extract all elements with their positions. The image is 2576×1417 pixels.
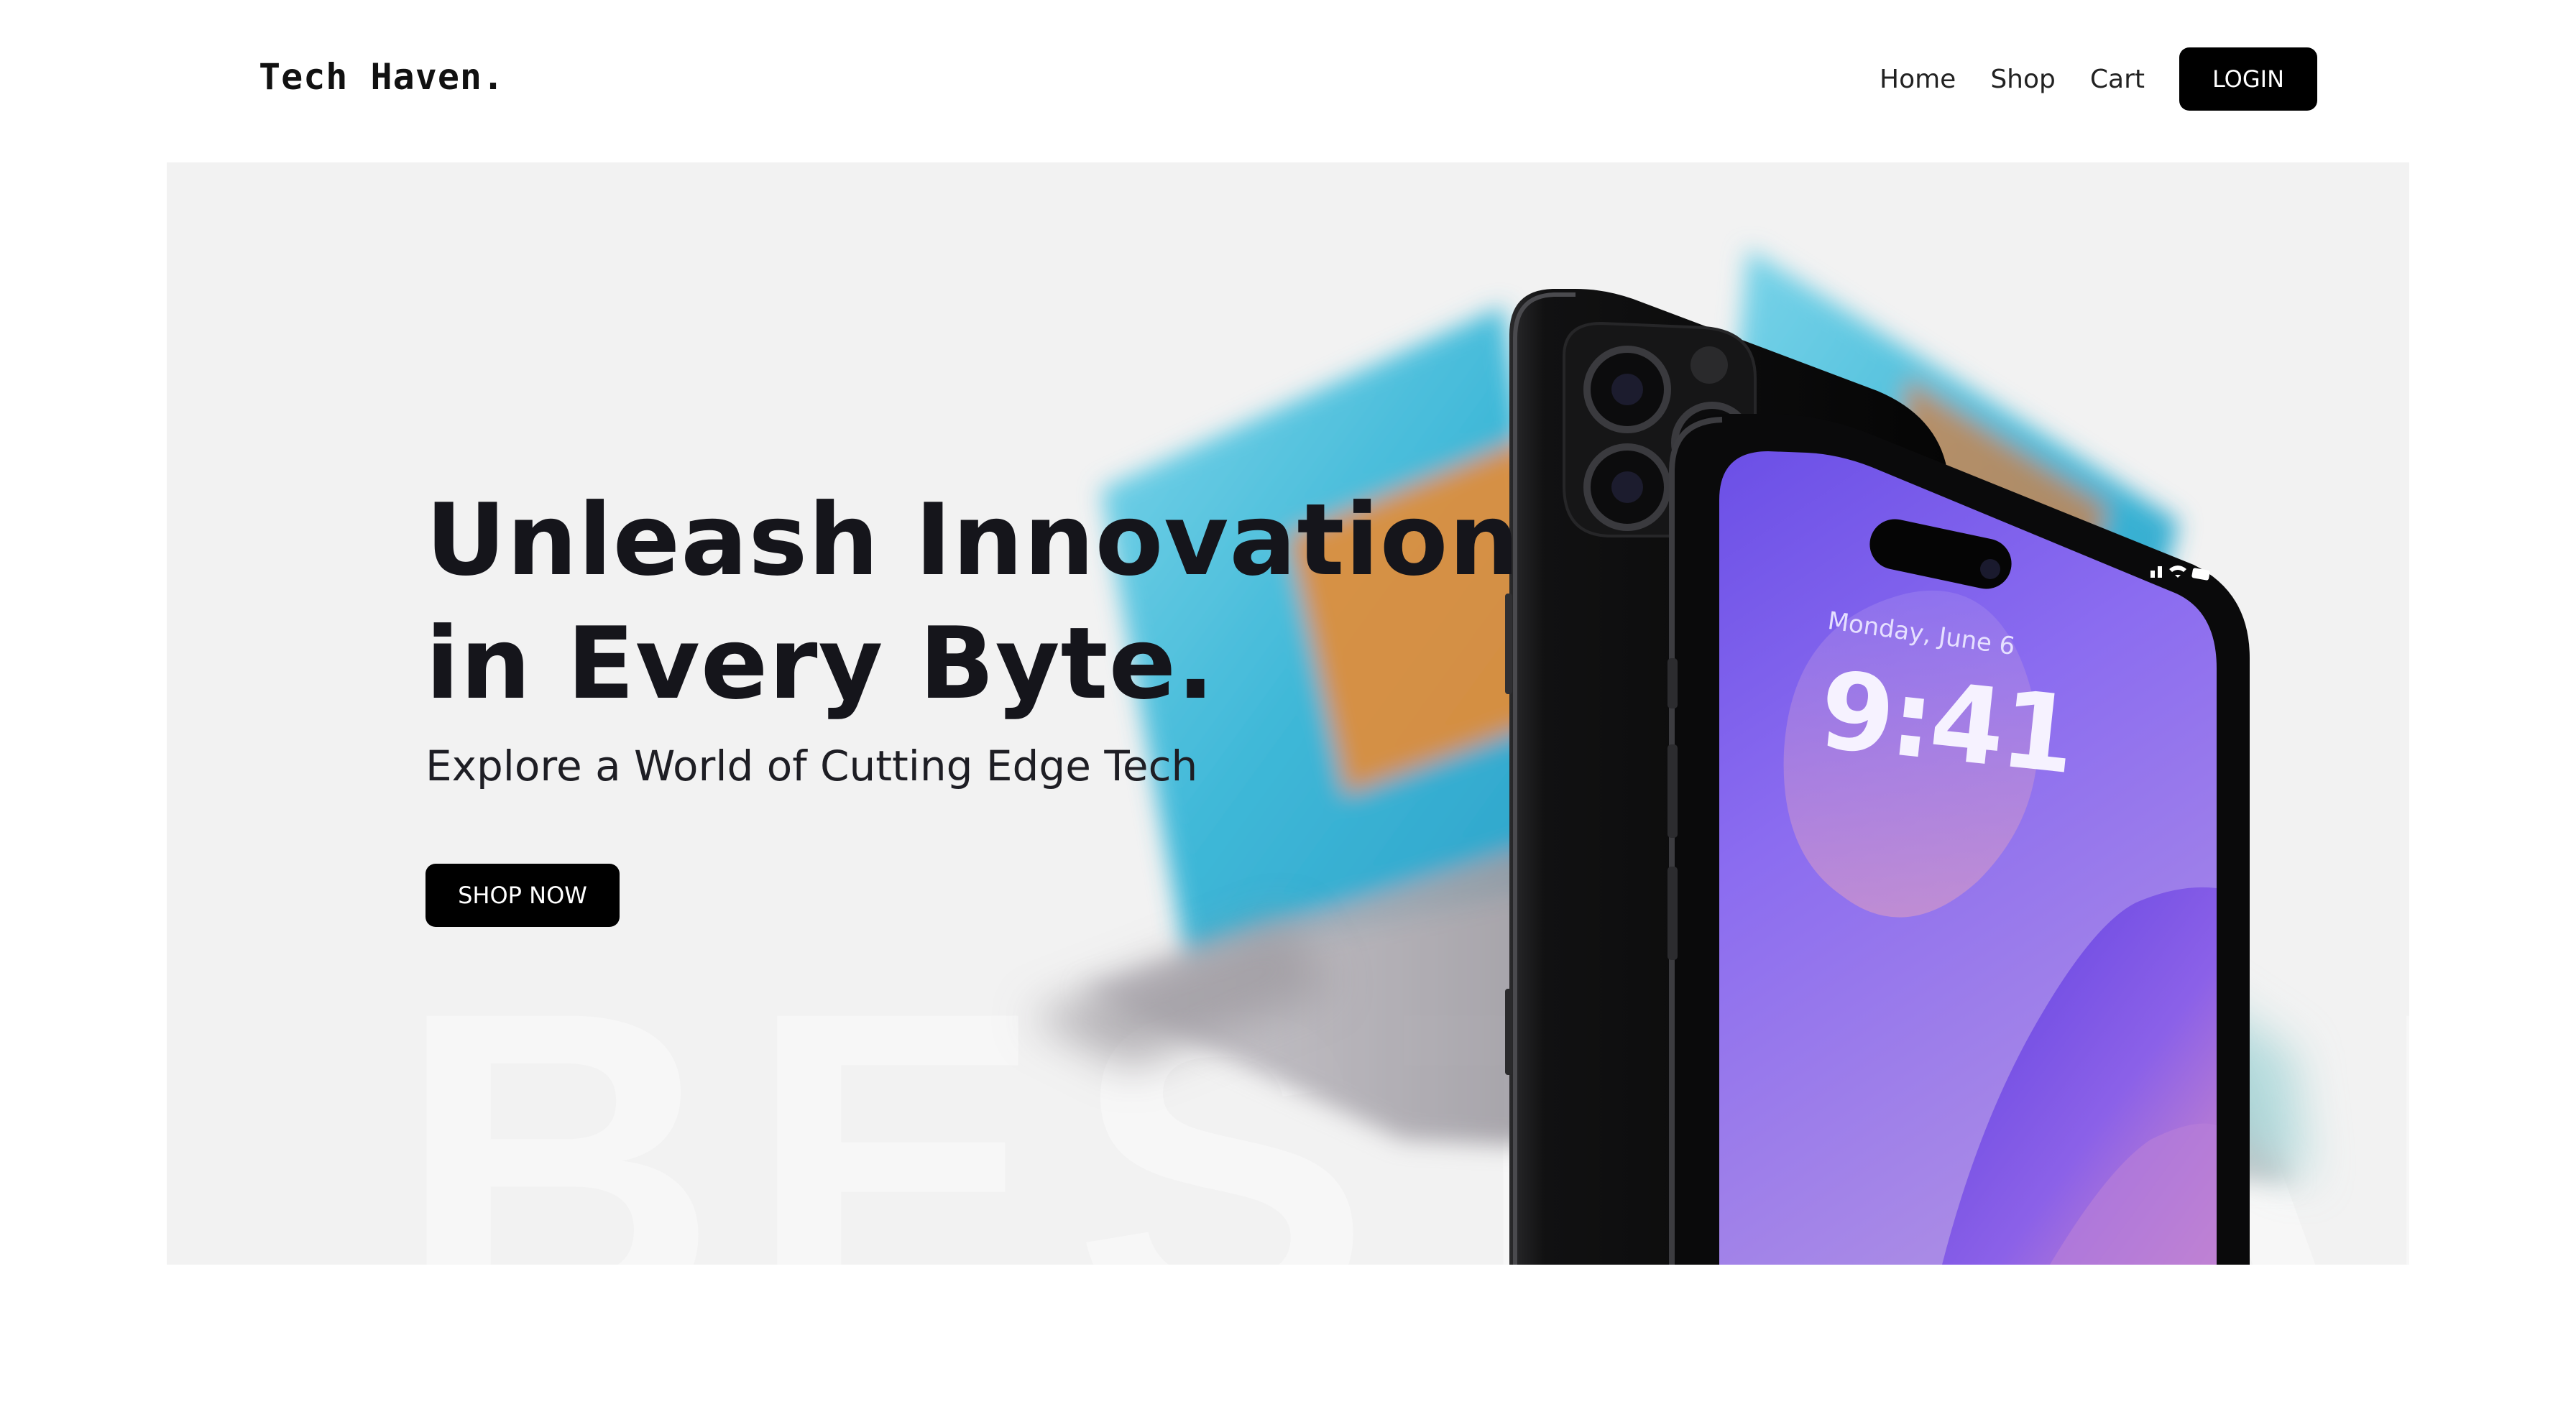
camera-lens-2 bbox=[1583, 443, 1671, 531]
phone-lock-time: 9:41 bbox=[1813, 648, 2079, 798]
nav-link-cart[interactable]: Cart bbox=[2090, 65, 2145, 94]
hero-title-line-1: Unleash Innovation bbox=[426, 482, 1520, 598]
nav-link-shop[interactable]: Shop bbox=[1990, 65, 2056, 94]
brand-logo[interactable]: Tech Haven. bbox=[259, 56, 505, 98]
nav-links: Home Shop Cart LOGIN bbox=[1880, 47, 2317, 111]
shop-now-button[interactable]: SHOP NOW bbox=[426, 864, 620, 927]
hero-title: Unleash Innovation in Every Byte. bbox=[426, 479, 1520, 726]
hero-subtitle: Explore a World of Cutting Edge Tech bbox=[426, 742, 1198, 790]
hero-section: BESTSALE bbox=[167, 162, 2409, 1265]
login-button[interactable]: LOGIN bbox=[2179, 47, 2317, 111]
hero-title-line-2: in Every Byte. bbox=[426, 606, 1215, 721]
navbar: Tech Haven. Home Shop Cart LOGIN bbox=[0, 0, 2576, 162]
camera-lens-1 bbox=[1583, 346, 1671, 433]
nav-link-home[interactable]: Home bbox=[1880, 65, 1956, 94]
